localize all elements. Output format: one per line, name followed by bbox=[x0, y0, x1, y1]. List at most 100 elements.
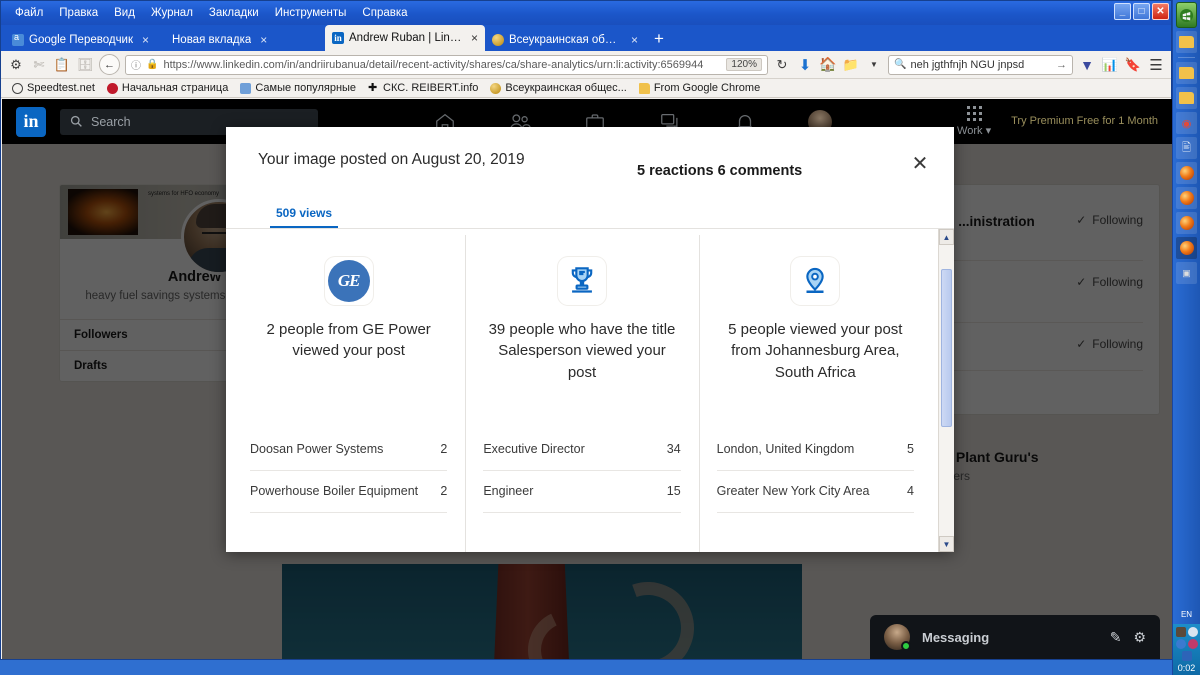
modal-columns: GE 2 people from GE Power viewed your po… bbox=[226, 229, 938, 552]
tab-vseukrainskaya[interactable]: Всеукраинская обществ... × bbox=[485, 28, 645, 51]
scrollbar-thumb[interactable] bbox=[941, 269, 952, 427]
app-icon[interactable]: 🖹 bbox=[1176, 137, 1197, 159]
close-icon[interactable]: ✕ bbox=[908, 151, 932, 175]
menu-edit[interactable]: Правка bbox=[51, 1, 106, 25]
stats-icon[interactable]: 📊 bbox=[1101, 56, 1119, 74]
address-bar[interactable]: ⓘ 🔒 https://www.linkedin.com/in/andriiru… bbox=[125, 54, 768, 75]
menu-help[interactable]: Справка bbox=[354, 1, 415, 25]
title-list: Executive Director 34 Engineer 15 bbox=[483, 429, 681, 514]
modal-scrollbar[interactable]: ▲ ▼ bbox=[938, 229, 954, 552]
compose-icon[interactable]: ✎ bbox=[1110, 629, 1122, 646]
search-input-value[interactable]: neh jgthfnjh NGU jnpsd bbox=[910, 59, 1052, 71]
minimize-button[interactable]: _ bbox=[1114, 3, 1131, 20]
chevron-down-icon[interactable]: ▼ bbox=[865, 56, 883, 74]
library-icon[interactable]: 📁 bbox=[842, 56, 860, 74]
work-label: Work bbox=[957, 125, 983, 137]
bookmark-label: Всеукраинская общес... bbox=[505, 82, 627, 94]
tray-icon[interactable] bbox=[1175, 627, 1186, 637]
close-window-button[interactable]: ✕ bbox=[1152, 3, 1169, 20]
bookmark-reibert[interactable]: ✚ СКС. REIBERT.info bbox=[363, 82, 483, 94]
tab-close-icon[interactable]: × bbox=[631, 33, 638, 47]
windows-start-icon[interactable] bbox=[1176, 2, 1197, 28]
item-value: 4 bbox=[907, 484, 914, 499]
folder-icon[interactable] bbox=[1176, 31, 1197, 53]
firefox-icon-active[interactable] bbox=[1176, 237, 1197, 259]
firefox-icon[interactable] bbox=[1176, 187, 1197, 209]
copy-icon[interactable]: 📋 bbox=[53, 56, 71, 74]
firefox-window: Файл Правка Вид Журнал Закладки Инструме… bbox=[0, 0, 1172, 660]
menu-history[interactable]: Журнал bbox=[143, 1, 201, 25]
bookmark-icon[interactable]: 🔖 bbox=[1124, 56, 1142, 74]
gear-icon[interactable]: ⚙ bbox=[7, 56, 25, 74]
gear-icon[interactable]: ⚙ bbox=[1133, 629, 1146, 646]
bookmark-folder-chrome[interactable]: From Google Chrome bbox=[634, 82, 765, 94]
search-go-icon[interactable]: → bbox=[1056, 59, 1067, 71]
search-bar[interactable]: 🔍 neh jgthfnjh NGU jnpsd → bbox=[888, 54, 1073, 75]
home-icon[interactable]: 🏠 bbox=[819, 56, 837, 74]
terminal-icon[interactable]: ▣ bbox=[1176, 262, 1197, 284]
maximize-button[interactable]: □ bbox=[1133, 3, 1150, 20]
tab-google-translate[interactable]: Google Переводчик × bbox=[5, 28, 165, 51]
list-item[interactable]: Engineer 15 bbox=[483, 471, 681, 514]
tab-linkedin[interactable]: in Andrew Ruban | LinkedIn × bbox=[325, 25, 485, 51]
list-item[interactable]: Executive Director 34 bbox=[483, 429, 681, 472]
hamburger-menu-icon[interactable]: ☰ bbox=[1147, 56, 1165, 74]
zoom-level-badge[interactable]: 120% bbox=[726, 58, 762, 71]
firefox-icon[interactable] bbox=[1176, 162, 1197, 184]
tray-icon[interactable] bbox=[1175, 639, 1186, 649]
folder-icon[interactable] bbox=[1176, 62, 1197, 84]
bookmark-speedtest[interactable]: Speedtest.net bbox=[7, 82, 100, 94]
reload-icon[interactable]: ↻ bbox=[773, 56, 791, 74]
back-button[interactable]: ← bbox=[99, 54, 120, 75]
pocket-icon[interactable]: ▼ bbox=[1078, 56, 1096, 74]
linkedin-logo-icon[interactable]: in bbox=[16, 106, 46, 137]
item-value: 15 bbox=[666, 484, 681, 499]
column-headline: 5 people viewed your post from Johannesb… bbox=[728, 321, 903, 381]
folder-icon[interactable] bbox=[1176, 87, 1197, 109]
messaging-bar[interactable]: Messaging ✎ ⚙ bbox=[870, 615, 1160, 659]
menu-file[interactable]: Файл bbox=[7, 1, 51, 25]
tab-close-icon[interactable]: × bbox=[260, 33, 267, 47]
menu-tools[interactable]: Инструменты bbox=[267, 1, 355, 25]
modal-header: Your image posted on August 20, 2019 5 r… bbox=[226, 127, 954, 202]
navigation-toolbar: ⚙ ✄ 📋 🗄 ← ⓘ 🔒 https://www.linkedin.com/i… bbox=[1, 51, 1171, 79]
grid-icon bbox=[966, 106, 982, 121]
new-tab-button[interactable]: + bbox=[645, 29, 673, 51]
bookmark-home-page[interactable]: Начальная страница bbox=[102, 82, 233, 94]
cross-icon: ✚ bbox=[368, 81, 378, 94]
list-item[interactable]: Doosan Power Systems 2 bbox=[250, 429, 448, 472]
tab-views[interactable]: 509 views bbox=[270, 202, 339, 228]
linkedin-nav-right: Work ▾ Try Premium Free for 1 Month bbox=[957, 106, 1158, 137]
tray-icon[interactable] bbox=[1187, 627, 1198, 637]
tray-icon[interactable] bbox=[1181, 651, 1192, 661]
column-locations: 5 people viewed your post from Johannesb… bbox=[698, 235, 932, 552]
list-item[interactable]: Powerhouse Boiler Equipment 2 bbox=[250, 471, 448, 514]
scroll-down-icon[interactable]: ▼ bbox=[939, 536, 954, 552]
work-menu[interactable]: Work ▾ bbox=[957, 106, 991, 137]
modal-tabs: 509 views bbox=[226, 202, 954, 229]
tray-icon[interactable] bbox=[1187, 639, 1198, 649]
bookmark-most-popular[interactable]: Самые популярные bbox=[235, 82, 361, 94]
tab-new-tab[interactable]: Новая вкладка × bbox=[165, 28, 325, 51]
tab-close-icon[interactable]: × bbox=[142, 33, 149, 47]
column-companies: GE 2 people from GE Power viewed your po… bbox=[232, 257, 465, 552]
list-item[interactable]: London, United Kingdom 5 bbox=[716, 429, 914, 472]
page-info-icon[interactable]: ⓘ bbox=[131, 57, 141, 72]
premium-promo[interactable]: Try Premium Free for 1 Month bbox=[1011, 115, 1158, 129]
bookmark-vseukrainskaya[interactable]: Всеукраинская общес... bbox=[485, 82, 631, 94]
tab-label: Google Переводчик bbox=[29, 33, 134, 46]
tray-icons bbox=[1175, 627, 1198, 661]
scroll-up-icon[interactable]: ▲ bbox=[939, 229, 954, 245]
firefox-icon[interactable] bbox=[1176, 212, 1197, 234]
download-icon[interactable]: ⬇ bbox=[796, 56, 814, 74]
bookmark-label: СКС. REIBERT.info bbox=[383, 82, 479, 94]
item-value: 5 bbox=[907, 442, 914, 456]
language-indicator[interactable]: EN bbox=[1173, 610, 1200, 619]
media-icon[interactable]: ◉ bbox=[1176, 112, 1197, 134]
menu-view[interactable]: Вид bbox=[106, 1, 143, 25]
menu-bookmarks[interactable]: Закладки bbox=[201, 1, 267, 25]
list-item[interactable]: Greater New York City Area 4 bbox=[716, 471, 914, 514]
url-text: https://www.linkedin.com/in/andriirubanu… bbox=[163, 58, 704, 71]
tab-close-icon[interactable]: × bbox=[471, 31, 478, 45]
speedtest-icon bbox=[12, 82, 23, 94]
